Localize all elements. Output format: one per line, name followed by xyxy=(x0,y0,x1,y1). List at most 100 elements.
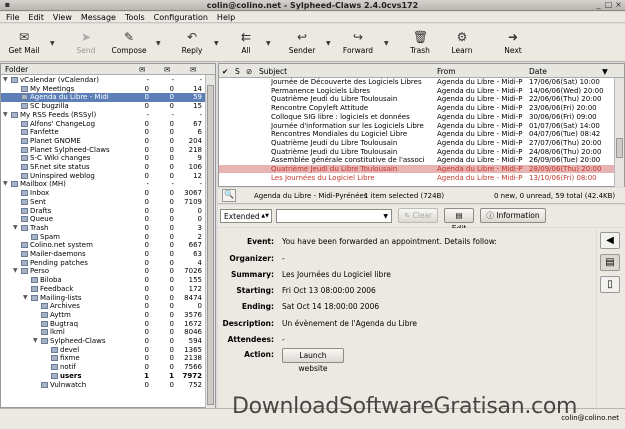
date-column-header[interactable]: Date xyxy=(529,67,547,76)
launch-website-button[interactable]: Launch website xyxy=(282,348,344,373)
folder-row[interactable]: ▼ Mailing-lists 0 0 8474 xyxy=(1,294,205,302)
next-button[interactable]: ➜ Next xyxy=(498,28,528,60)
forward-button[interactable]: ↪ Forward xyxy=(338,28,378,60)
message-row[interactable]: Les Journées du Logiciel Libre Agenda du … xyxy=(219,174,615,182)
minimize-icon[interactable]: _ xyxy=(594,1,603,10)
search-history-chevron-icon[interactable]: ▼ xyxy=(383,213,388,220)
folder-row[interactable]: Feedback 0 0 172 xyxy=(1,285,205,293)
folder-row[interactable]: notif 0 0 7566 xyxy=(1,363,205,371)
folder-row[interactable]: ▼ Perso 0 0 7026 xyxy=(1,267,205,275)
attachment-column-icon[interactable]: ⊘ xyxy=(246,67,252,76)
maximize-icon[interactable]: □ xyxy=(604,1,613,10)
trash-button[interactable]: 🗑 Trash xyxy=(404,28,436,60)
send-button[interactable]: ➤ Send xyxy=(72,28,100,60)
new-column-icon[interactable]: ✉ xyxy=(139,65,145,74)
folder-column-header[interactable]: Folder xyxy=(5,65,28,74)
close-icon[interactable]: × xyxy=(614,1,623,10)
folder-row[interactable]: devel 0 0 1365 xyxy=(1,346,205,354)
reply-dropdown-icon[interactable]: ▼ xyxy=(214,40,219,47)
clear-search-button[interactable]: ✎ Clear xyxy=(398,208,438,223)
learn-button[interactable]: ⚙ Learn xyxy=(446,28,478,60)
message-row[interactable]: Rencontre Copyleft Attitude Agenda du Lib… xyxy=(219,104,615,112)
total-column-icon[interactable]: ✉ xyxy=(190,65,196,74)
menu-edit[interactable]: Edit xyxy=(22,12,47,22)
unread-column-icon[interactable]: ✉ xyxy=(164,65,170,74)
reply-sender-button[interactable]: ↩ Sender xyxy=(284,28,320,60)
get-mail-dropdown-icon[interactable]: ▼ xyxy=(50,40,55,47)
folder-row[interactable]: Uninspired weblog 0 0 12 xyxy=(1,172,205,180)
subject-column-header[interactable]: Subject xyxy=(259,67,287,76)
folder-row[interactable]: Vulnwatch 0 0 752 xyxy=(1,381,205,389)
compose-dropdown-icon[interactable]: ▼ xyxy=(156,40,161,47)
expander-icon[interactable]: ▼ xyxy=(3,111,8,119)
search-type-select[interactable]: Extended ▲▼ xyxy=(220,209,272,223)
message-scrollbar[interactable] xyxy=(614,78,624,187)
folder-row[interactable]: Planet GNOME 0 0 204 xyxy=(1,137,205,145)
menu-configuration[interactable]: Configuration xyxy=(148,12,211,22)
collapse-arrow-icon[interactable]: ◀ xyxy=(600,232,620,249)
folder-row[interactable]: Mailer-daemons 0 0 63 xyxy=(1,250,205,258)
message-row[interactable]: Journée d'information sur les Logiciels … xyxy=(219,122,615,130)
folder-row[interactable]: ▼ My RSS Feeds (RSSyl) - - - xyxy=(1,111,205,119)
checkmark-column-icon[interactable]: ✔ xyxy=(222,67,228,76)
folder-row[interactable]: Spam 0 0 2 xyxy=(1,233,205,241)
folder-row[interactable]: Colino.net system 0 0 667 xyxy=(1,241,205,249)
folder-row[interactable]: lkml 0 0 8046 xyxy=(1,328,205,336)
folder-row[interactable]: Agenda du Libre - Midi 0 0 59 xyxy=(1,93,205,102)
edit-search-button[interactable]: ▤ Edit xyxy=(444,208,474,233)
status-column-header[interactable]: S xyxy=(235,67,240,76)
folder-row[interactable]: Biloba 0 0 155 xyxy=(1,276,205,284)
expander-icon[interactable]: ▼ xyxy=(13,224,18,232)
folder-row[interactable]: Alfons' ChangeLog 0 0 67 xyxy=(1,120,205,128)
reply-all-button[interactable]: ⇇ All xyxy=(232,28,260,60)
folder-row[interactable]: Ayttm 0 0 3576 xyxy=(1,311,205,319)
menu-file[interactable]: File xyxy=(0,12,22,22)
folder-scrollbar-thumb[interactable] xyxy=(207,85,214,405)
folder-row[interactable]: Sent 0 0 7109 xyxy=(1,198,205,206)
message-row[interactable]: Quatrième Jeudi du Libre Toulousain Agend… xyxy=(219,139,615,147)
folder-row[interactable]: users 1 1 7972 xyxy=(1,372,205,380)
message-row[interactable]: Quatrième Jeudi du Libre Toulousain Agend… xyxy=(219,95,615,103)
message-row[interactable]: Permanence Logiciels Libres Agenda du Lib… xyxy=(219,87,615,95)
folder-row[interactable]: Planet Sylpheed-Claws 0 0 218 xyxy=(1,146,205,154)
expander-icon[interactable]: ▼ xyxy=(13,267,18,275)
reply-button[interactable]: ↶ Reply xyxy=(176,28,208,60)
folder-row[interactable]: fixme 0 0 2138 xyxy=(1,354,205,362)
message-scrollbar-thumb[interactable] xyxy=(616,138,623,158)
message-row[interactable]: Quatrième Jeudi du Libre Toulousain Agend… xyxy=(219,148,615,156)
message-row[interactable]: Journée de Découverte des Logiciels Libr… xyxy=(219,78,615,86)
search-input[interactable]: ▼ xyxy=(276,209,392,223)
folder-row[interactable]: Bugtraq 0 0 1672 xyxy=(1,320,205,328)
menu-message[interactable]: Message xyxy=(75,12,119,22)
expander-icon[interactable]: ▼ xyxy=(23,294,28,302)
expander-icon[interactable]: ▼ xyxy=(33,337,38,345)
expander-icon[interactable]: ▼ xyxy=(3,76,8,84)
from-column-header[interactable]: From xyxy=(437,67,456,76)
get-mail-button[interactable]: ✉ Get Mail xyxy=(4,28,44,60)
message-row[interactable]: Quatrième Jeudi du Libre Toulousain Agend… xyxy=(219,165,615,174)
toggle-search-icon[interactable]: 🔍 xyxy=(222,189,236,202)
menu-view[interactable]: View xyxy=(47,12,75,22)
folder-row[interactable]: ▼ Trash 0 0 3 xyxy=(1,224,205,232)
folder-scrollbar[interactable] xyxy=(205,75,215,408)
folder-row[interactable]: Queue 0 0 0 xyxy=(1,215,205,223)
compose-button[interactable]: ✎ Compose xyxy=(106,28,152,60)
forward-dropdown-icon[interactable]: ▼ xyxy=(384,40,389,47)
folder-row[interactable]: Pending patches 0 0 4 xyxy=(1,259,205,267)
reply-sender-dropdown-icon[interactable]: ▼ xyxy=(326,40,331,47)
folder-row[interactable]: ▼ Sylpheed-Claws 0 0 594 xyxy=(1,337,205,345)
menu-tools[interactable]: Tools xyxy=(119,12,148,22)
folder-row[interactable]: Archives 0 0 0 xyxy=(1,302,205,310)
folder-row[interactable]: ▼ vCalendar (vCalendar) - - - xyxy=(1,76,205,84)
expander-icon[interactable]: ▼ xyxy=(3,180,8,188)
folder-row[interactable]: My Meetings 0 0 14 xyxy=(1,85,205,93)
folder-row[interactable]: ▼ Mailbox (MH) - - - xyxy=(1,180,205,188)
folder-row[interactable]: Drafts 0 0 0 xyxy=(1,207,205,215)
attachment-part-icon[interactable]: ▯ xyxy=(600,276,620,293)
folder-row[interactable]: Fanfette 0 0 6 xyxy=(1,128,205,136)
folder-row[interactable]: SC bugzilla 0 0 15 xyxy=(1,102,205,110)
message-row[interactable]: Assemblée générale constitutive de l'ass… xyxy=(219,156,615,164)
menu-help[interactable]: Help xyxy=(211,12,238,22)
folder-row[interactable]: SF.net site status 0 0 106 xyxy=(1,163,205,171)
reply-all-dropdown-icon[interactable]: ▼ xyxy=(266,40,271,47)
